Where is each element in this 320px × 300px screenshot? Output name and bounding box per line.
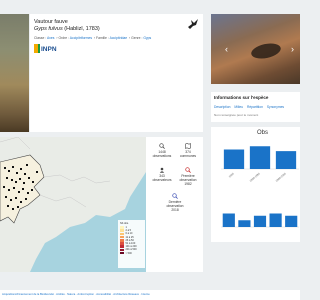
search-icon: [159, 143, 165, 149]
taxonomy-link-family[interactable]: Accipitridae: [110, 36, 128, 40]
species-photo-carousel[interactable]: ‹ ›: [211, 14, 300, 84]
species-info-card: Informations sur l'espèce Description Mi…: [211, 92, 300, 122]
inpn-logo[interactable]: INPN: [34, 44, 64, 53]
chart-bar[interactable]: [285, 215, 298, 227]
footer: Acquisitions/Financement de la Biodivers…: [0, 290, 300, 300]
stat-observateurs-label: observateurs: [152, 178, 172, 182]
chart-bar[interactable]: [269, 213, 282, 228]
footer-links[interactable]: Acquisitions/Financement de la Biodivers…: [2, 293, 150, 296]
chart-bar[interactable]: [238, 220, 251, 227]
species-header-card: Vautour fauve Gyps fulvus (Hablizl, 1783…: [30, 14, 203, 132]
stat-observations-label: observations: [152, 154, 172, 158]
stat-observations: 1448 observations: [149, 143, 175, 158]
stat-derniere-label: Dernière observation: [166, 200, 184, 208]
info-title: Informations sur l'espèce: [214, 95, 269, 100]
stat-observateurs: 343 observateurs: [149, 167, 175, 182]
chart-title: Obs: [257, 130, 269, 136]
carousel-prev-icon[interactable]: ‹: [225, 44, 228, 54]
chart-bar[interactable]: [249, 146, 271, 169]
bird-photo: [249, 41, 283, 61]
tab-repartition[interactable]: Répartition: [247, 105, 263, 109]
taxonomy-link-order[interactable]: Accipitriformes: [70, 36, 92, 40]
carousel-next-icon[interactable]: ›: [291, 44, 294, 54]
legend-row: > 500: [120, 252, 143, 255]
stats-card: 1448 observations 374 communes 343 obser…: [146, 137, 203, 272]
stat-derniere-value: 2018: [171, 208, 179, 212]
last-observation-search-icon: [172, 193, 178, 199]
taxonomy-link-genus[interactable]: Gyps: [143, 36, 151, 40]
chart-tick-label: 1990-2000: [275, 171, 288, 182]
taxonomy-link-class[interactable]: Aves: [47, 36, 54, 40]
stat-premiere-label: Première observation: [179, 174, 197, 182]
charts-svg: 1800 1950-1990 1990-2000: [221, 146, 299, 228]
tab-description[interactable]: Description: [214, 105, 231, 109]
taxonomy-line: Classe : Aves › Ordre : Accipitriformes …: [34, 36, 152, 40]
stat-premiere-value: 1982: [184, 182, 192, 186]
stat-communes-label: communes: [179, 154, 197, 158]
bird-icon: [188, 19, 198, 29]
page: Vautour fauve Gyps fulvus (Hablizl, 1783…: [0, 0, 300, 300]
tab-milieu[interactable]: Milieu: [234, 105, 243, 109]
chart-bar[interactable]: [223, 149, 245, 170]
inpn-logo-text: INPN: [41, 46, 57, 53]
chart-bar[interactable]: [253, 215, 267, 227]
species-photo-left[interactable]: [0, 14, 29, 132]
map-legend: Nb obs. 1 2 à 5 6 à 10 11 à 25 26 à 50 5…: [118, 220, 145, 268]
map-icon: [185, 143, 191, 149]
stat-premiere-observation: Première observation 1982: [175, 167, 201, 186]
legend-swatch: [120, 251, 124, 255]
stat-derniere-observation: Dernière observation 2018: [162, 193, 188, 212]
info-tabs: Description Milieu Répartition Synonymes: [214, 105, 287, 109]
chart-bar[interactable]: [222, 213, 235, 228]
info-empty-text: Non renseignée pour le moment: [214, 113, 259, 117]
first-observation-search-icon: [185, 167, 191, 173]
user-icon: [159, 167, 165, 173]
stat-communes: 374 communes: [175, 143, 201, 158]
legend-title: Nb obs.: [120, 222, 129, 225]
species-scientific-name: Gyps fulvus (Hablizl, 1783): [34, 26, 100, 32]
chart-bar[interactable]: [275, 151, 297, 169]
chart-tick-label: 1950-1990: [249, 171, 262, 182]
chart-tick-label: 1800: [228, 171, 235, 178]
species-common-name: Vautour fauve: [34, 19, 68, 25]
tab-synonymes[interactable]: Synonymes: [267, 105, 284, 109]
observations-chart-card: Obs 1800 1950-1990 1990-2000: [211, 127, 300, 242]
distribution-map[interactable]: Nb obs. 1 2 à 5 6 à 10 11 à 25 26 à 50 5…: [0, 137, 146, 272]
